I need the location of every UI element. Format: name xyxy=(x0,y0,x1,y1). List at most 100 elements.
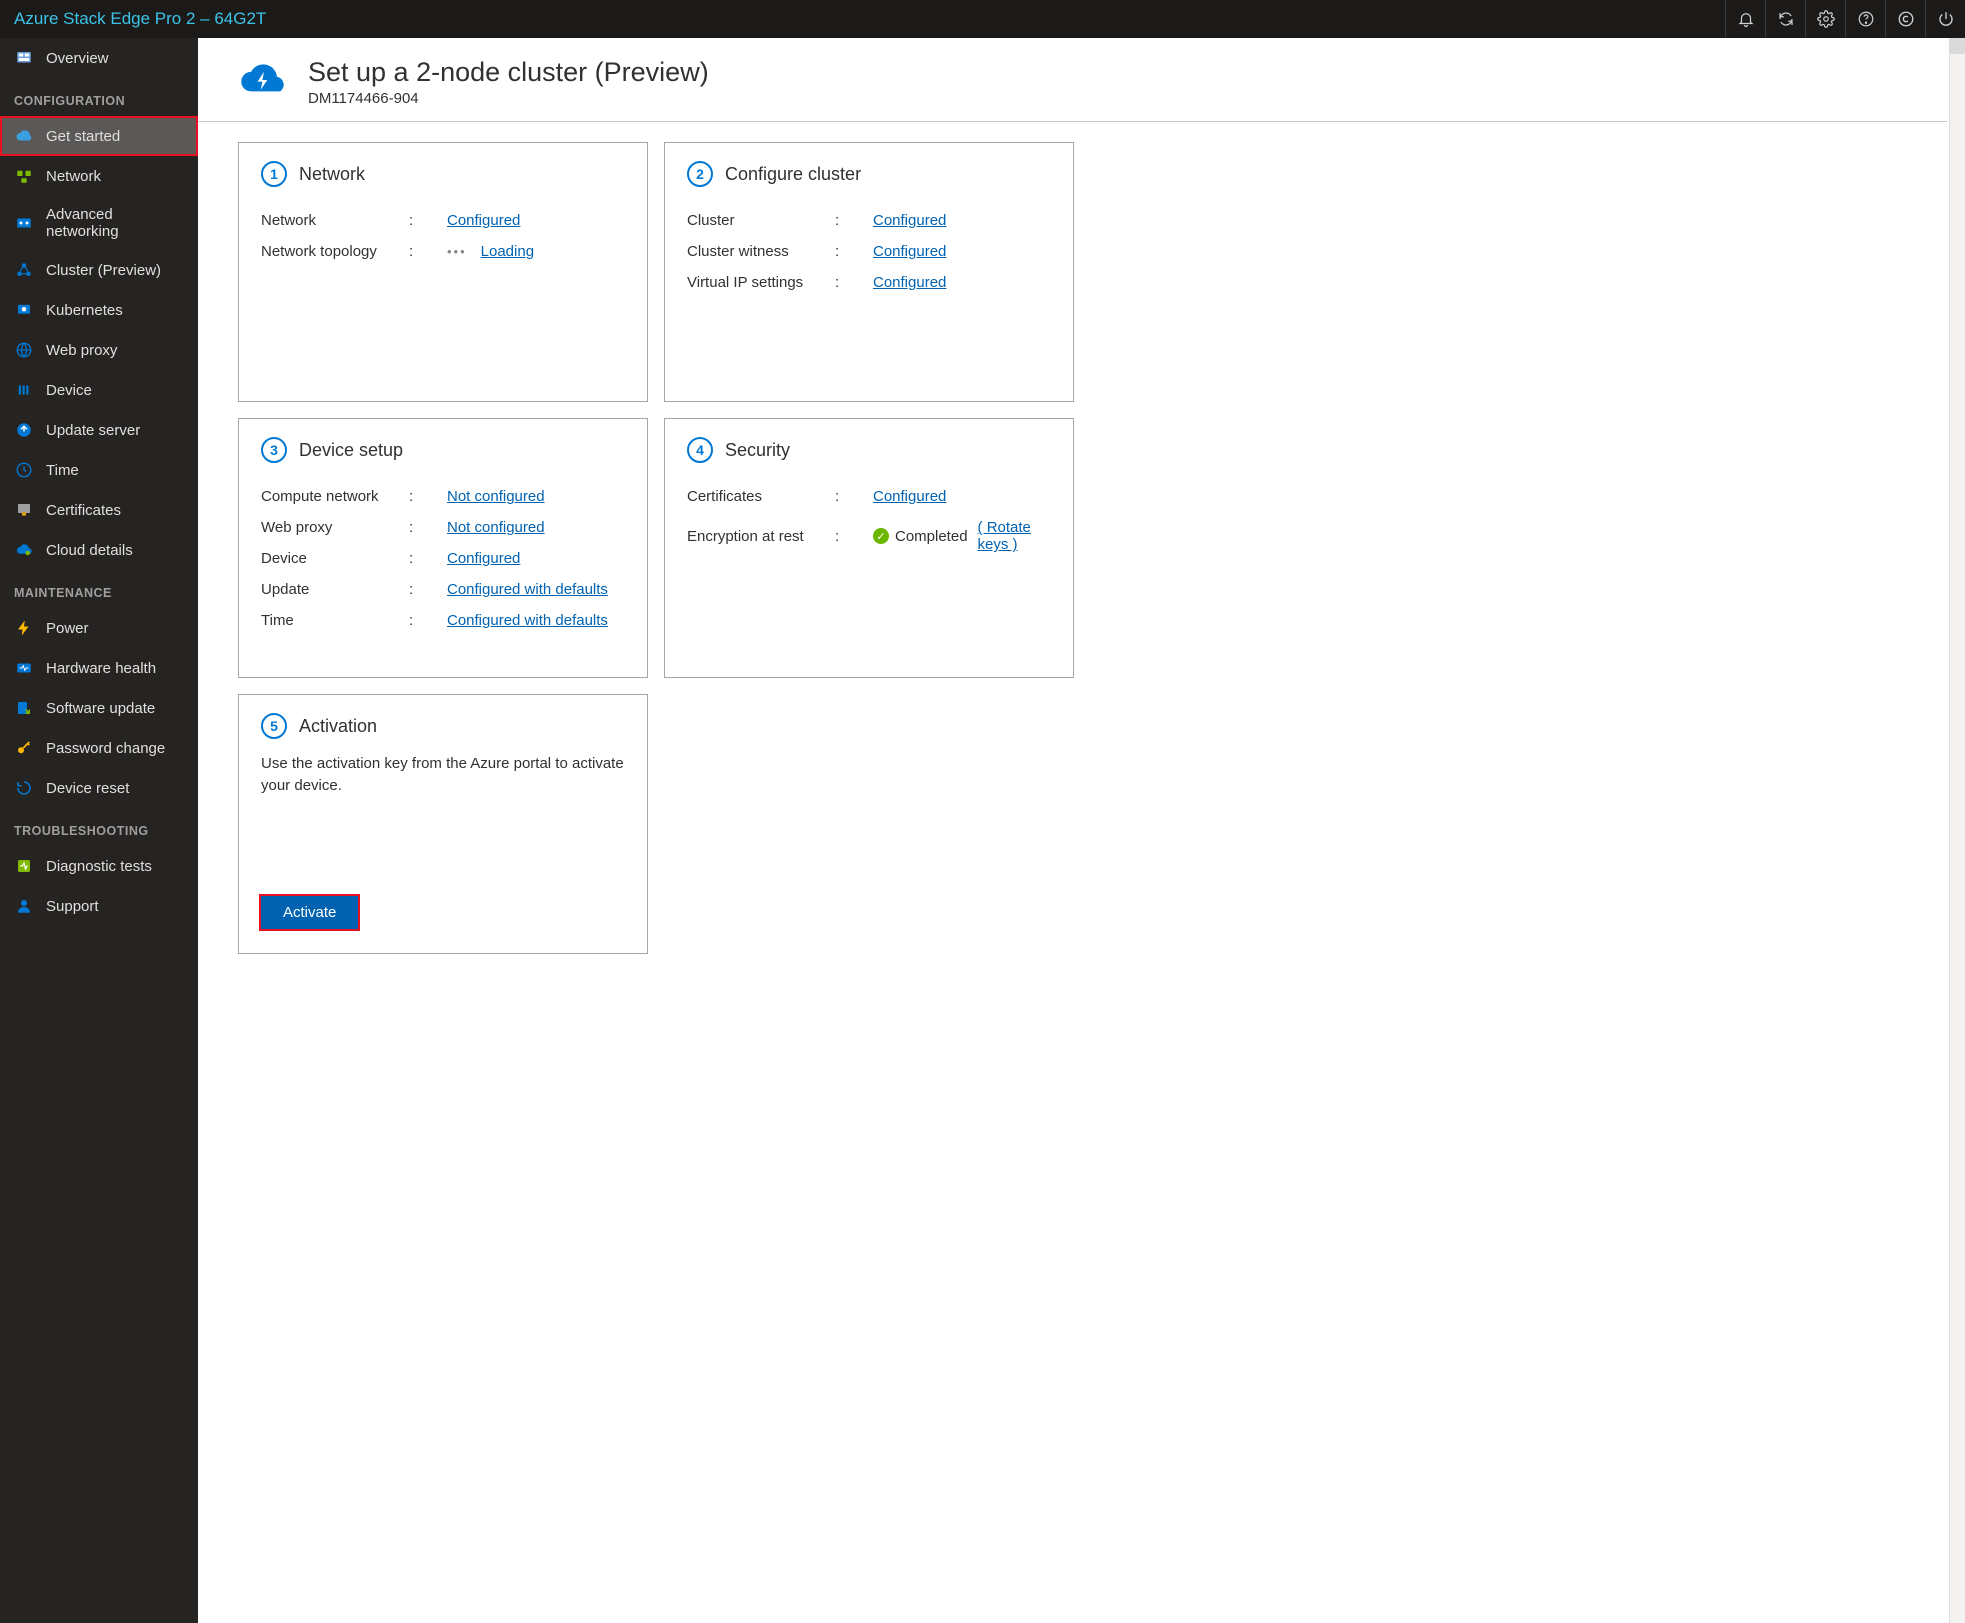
sidebar-item-label: Advanced networking xyxy=(46,206,184,240)
sidebar-item-diagnostics[interactable]: Diagnostic tests xyxy=(0,846,198,886)
card-security: 4 Security Certificates : Configured Enc… xyxy=(664,418,1074,678)
sidebar-item-label: Overview xyxy=(46,50,109,67)
sidebar-item-label: Power xyxy=(46,620,89,637)
kv-key: Cluster witness xyxy=(687,243,835,260)
kubernetes-icon xyxy=(14,300,34,320)
loading-icon: ••• xyxy=(447,244,467,259)
top-bar: Azure Stack Edge Pro 2 – 64G2T xyxy=(0,0,1965,38)
sidebar-item-cluster[interactable]: Cluster (Preview) xyxy=(0,250,198,290)
sidebar-item-web-proxy[interactable]: Web proxy xyxy=(0,330,198,370)
card-title: Activation xyxy=(299,716,377,737)
kv-key: Network xyxy=(261,212,409,229)
kv-key: Encryption at rest xyxy=(687,528,835,545)
link-time[interactable]: Configured with defaults xyxy=(447,612,608,629)
sidebar-section-troubleshooting: TROUBLESHOOTING xyxy=(0,808,198,846)
sidebar-item-label: Diagnostic tests xyxy=(46,858,152,875)
status-completed: ✓ Completed xyxy=(873,528,968,545)
sidebar-item-label: Update server xyxy=(46,422,140,439)
sidebar-item-software-update[interactable]: Software update xyxy=(0,688,198,728)
card-title: Device setup xyxy=(299,440,403,461)
kv-key: Update xyxy=(261,581,409,598)
sidebar-item-label: Time xyxy=(46,462,79,479)
scrollbar[interactable] xyxy=(1949,38,1965,1623)
link-update[interactable]: Configured with defaults xyxy=(447,581,608,598)
sidebar-item-update-server[interactable]: Update server xyxy=(0,410,198,450)
sidebar-item-kubernetes[interactable]: Kubernetes xyxy=(0,290,198,330)
sidebar-item-label: Password change xyxy=(46,740,165,757)
status-text: Completed xyxy=(895,528,968,545)
sidebar-item-label: Kubernetes xyxy=(46,302,123,319)
sidebar-item-label: Device xyxy=(46,382,92,399)
sidebar-section-configuration: CONFIGURATION xyxy=(0,78,198,116)
link-cluster-configured[interactable]: Configured xyxy=(873,212,946,229)
sidebar-item-power[interactable]: Power xyxy=(0,608,198,648)
kv-key: Compute network xyxy=(261,488,409,505)
sidebar-item-network[interactable]: Network xyxy=(0,156,198,196)
sidebar: Overview CONFIGURATION Get started Netwo… xyxy=(0,38,198,1623)
refresh-icon[interactable] xyxy=(1765,0,1805,38)
adv-network-icon xyxy=(14,213,34,233)
app-title: Azure Stack Edge Pro 2 – 64G2T xyxy=(0,9,280,29)
link-device[interactable]: Configured xyxy=(447,550,520,567)
link-topology-loading[interactable]: Loading xyxy=(481,243,534,260)
bell-icon[interactable] xyxy=(1725,0,1765,38)
link-network-configured[interactable]: Configured xyxy=(447,212,520,229)
sidebar-item-label: Network xyxy=(46,168,101,185)
activate-button[interactable]: Activate xyxy=(261,896,358,929)
kv-key: Virtual IP settings xyxy=(687,274,835,291)
sidebar-item-cloud-details[interactable]: Cloud details xyxy=(0,530,198,570)
clock-icon xyxy=(14,460,34,480)
sidebar-item-label: Device reset xyxy=(46,780,129,797)
card-activation: 5 Activation Use the activation key from… xyxy=(238,694,648,954)
link-witness-configured[interactable]: Configured xyxy=(873,243,946,260)
kv-key: Network topology xyxy=(261,243,409,260)
sidebar-item-device-reset[interactable]: Device reset xyxy=(0,768,198,808)
step-number: 2 xyxy=(687,161,713,187)
step-number: 1 xyxy=(261,161,287,187)
software-update-icon xyxy=(14,698,34,718)
step-number: 3 xyxy=(261,437,287,463)
link-proxy[interactable]: Not configured xyxy=(447,519,545,536)
card-text: Use the activation key from the Azure po… xyxy=(261,753,625,797)
page-subtitle: DM1174466-904 xyxy=(308,90,709,107)
sidebar-item-advanced-networking[interactable]: Advanced networking xyxy=(0,196,198,250)
diagnostics-icon xyxy=(14,856,34,876)
kv-key: Time xyxy=(261,612,409,629)
power-icon[interactable] xyxy=(1925,0,1965,38)
card-title: Security xyxy=(725,440,790,461)
sidebar-item-support[interactable]: Support xyxy=(0,886,198,926)
link-compute[interactable]: Not configured xyxy=(447,488,545,505)
sidebar-item-password-change[interactable]: Password change xyxy=(0,728,198,768)
step-number: 4 xyxy=(687,437,713,463)
sidebar-item-label: Web proxy xyxy=(46,342,117,359)
cloud-details-icon xyxy=(14,540,34,560)
card-network: 1 Network Network : Configured Network t… xyxy=(238,142,648,402)
sidebar-item-get-started[interactable]: Get started xyxy=(0,116,198,156)
copyright-icon[interactable] xyxy=(1885,0,1925,38)
help-icon[interactable] xyxy=(1845,0,1885,38)
kv-key: Web proxy xyxy=(261,519,409,536)
sidebar-item-overview[interactable]: Overview xyxy=(0,38,198,78)
cluster-icon xyxy=(14,260,34,280)
sidebar-item-label: Cluster (Preview) xyxy=(46,262,161,279)
sidebar-item-device[interactable]: Device xyxy=(0,370,198,410)
cloud-lightning-icon xyxy=(238,61,290,103)
content-area: Set up a 2-node cluster (Preview) DM1174… xyxy=(198,38,1965,1623)
cloud-icon xyxy=(14,126,34,146)
link-rotate-keys[interactable]: ( Rotate keys ) xyxy=(978,519,1051,553)
page-title: Set up a 2-node cluster (Preview) xyxy=(308,56,709,88)
page-header: Set up a 2-node cluster (Preview) DM1174… xyxy=(198,38,1947,122)
gear-icon[interactable] xyxy=(1805,0,1845,38)
cards-grid: 1 Network Network : Configured Network t… xyxy=(198,142,1965,954)
link-vip-configured[interactable]: Configured xyxy=(873,274,946,291)
sidebar-item-time[interactable]: Time xyxy=(0,450,198,490)
sidebar-item-label: Certificates xyxy=(46,502,121,519)
step-number: 5 xyxy=(261,713,287,739)
sidebar-item-certificates[interactable]: Certificates xyxy=(0,490,198,530)
link-cert[interactable]: Configured xyxy=(873,488,946,505)
globe-icon xyxy=(14,340,34,360)
card-title: Network xyxy=(299,164,365,185)
hardware-icon xyxy=(14,658,34,678)
sidebar-item-hardware-health[interactable]: Hardware health xyxy=(0,648,198,688)
bolt-icon xyxy=(14,618,34,638)
